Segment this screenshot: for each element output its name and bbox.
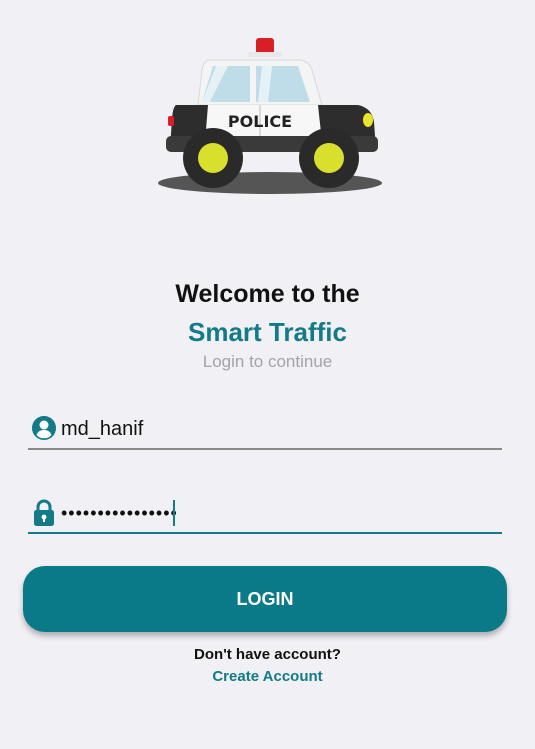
username-field[interactable]: [28, 412, 502, 450]
user-icon: [31, 414, 57, 444]
police-badge-text: POLICE: [228, 112, 292, 131]
lock-icon: [31, 498, 57, 528]
police-car-icon: POLICE: [158, 38, 382, 194]
no-account-text: Don't have account?: [194, 646, 341, 663]
create-account-link[interactable]: Create Account: [0, 668, 535, 685]
app-name: Smart Traffic: [188, 317, 347, 347]
police-car-illustration: POLICE: [150, 30, 390, 200]
username-input[interactable]: [61, 414, 491, 444]
welcome-text: Welcome to the: [175, 280, 360, 308]
text-cursor: [173, 500, 175, 526]
password-input[interactable]: [61, 498, 491, 528]
password-field[interactable]: [28, 496, 502, 534]
login-subtitle: Login to continue: [202, 352, 333, 371]
login-button[interactable]: LOGIN: [23, 566, 507, 632]
